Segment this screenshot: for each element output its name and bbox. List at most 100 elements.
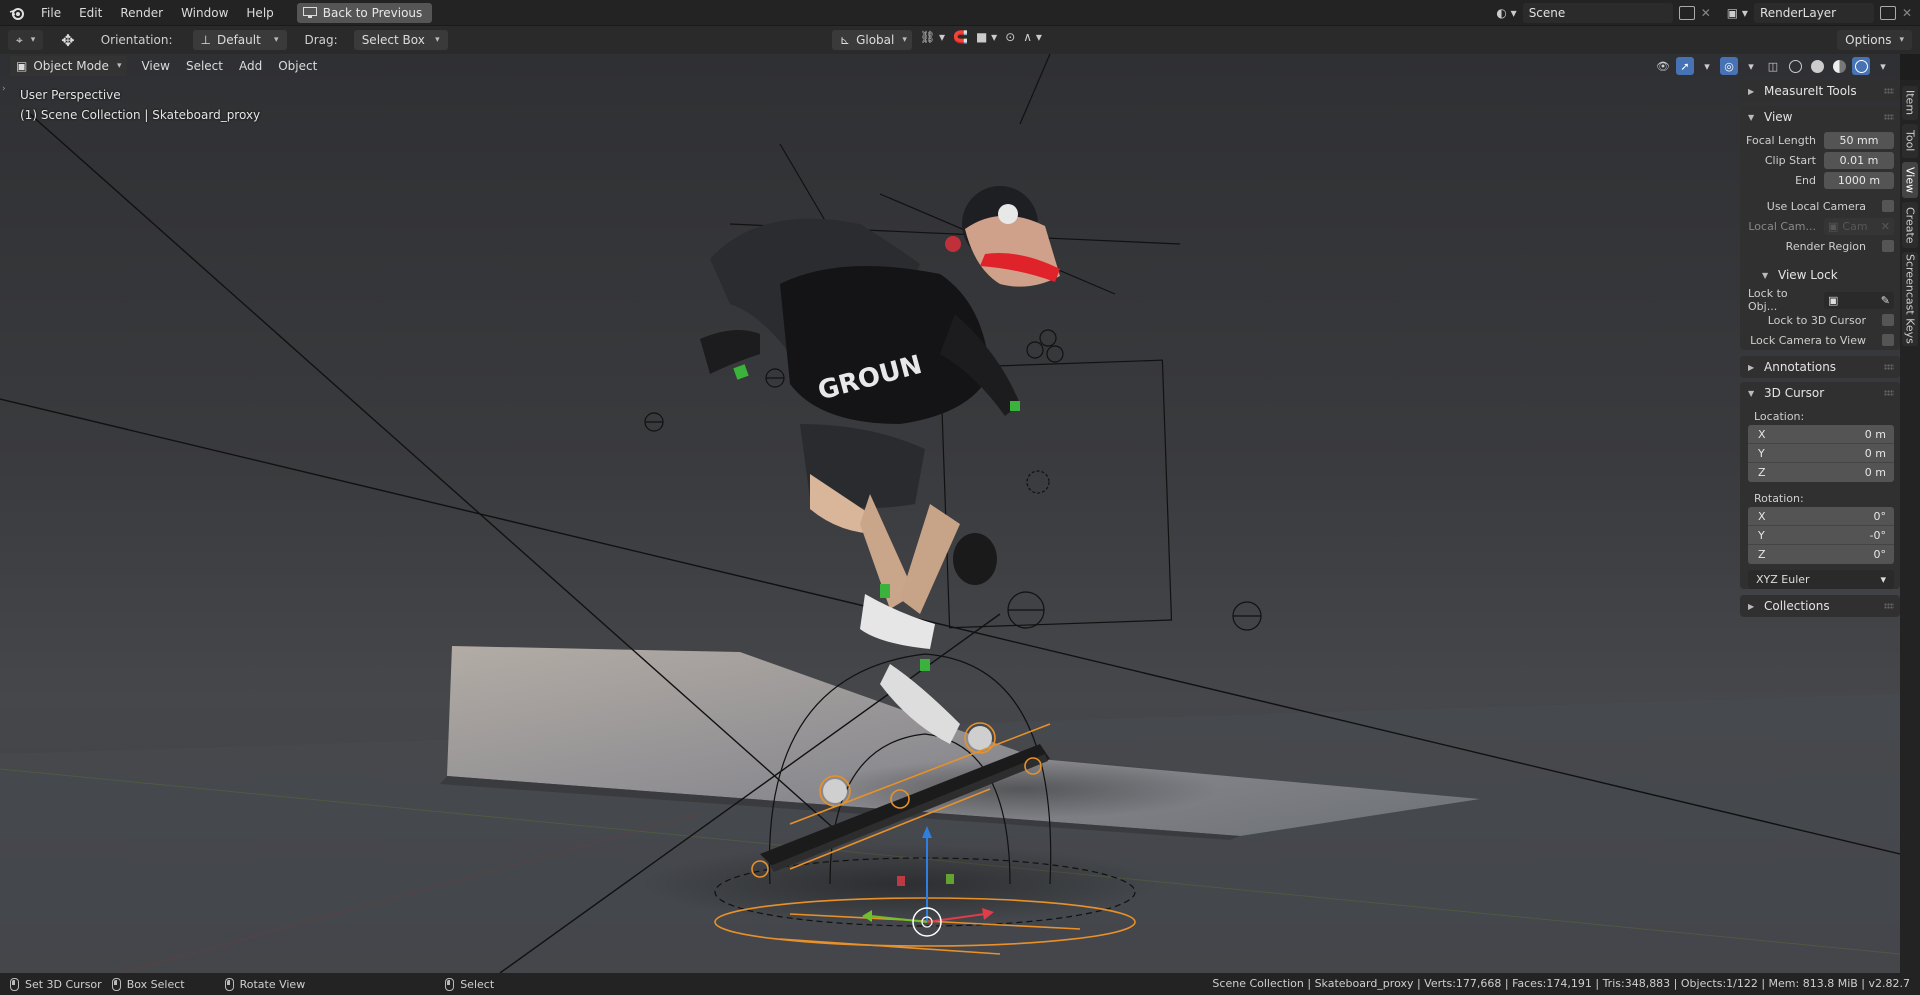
mouse-right-icon (445, 977, 455, 991)
render-layer-name: RenderLayer (1759, 6, 1837, 20)
menu-file[interactable]: File (32, 2, 70, 24)
annotations-header[interactable]: ▶ Annotations (1740, 356, 1900, 378)
render-region-checkbox[interactable] (1882, 240, 1894, 252)
collections-label: Collections (1764, 599, 1830, 613)
xray-toggle-icon[interactable]: ◫ (1764, 57, 1782, 75)
view-layer-browse-icon[interactable]: ▣ ▾ (1727, 6, 1748, 20)
gizmo-toggle-icon[interactable]: ➚ (1676, 57, 1694, 75)
cursor-rotation-x[interactable]: X 0° (1748, 507, 1894, 526)
cursor-rotation-y[interactable]: Y -0° (1748, 526, 1894, 545)
move-tool-icon[interactable]: ✥ (53, 30, 82, 50)
measureit-label: MeasureIt Tools (1764, 84, 1857, 98)
eyedropper-icon[interactable]: ✎ (1881, 294, 1890, 307)
editor-type-icon: ⌖ (16, 32, 23, 47)
drag-grip-icon[interactable] (1884, 88, 1894, 94)
rotation-mode-dropdown[interactable]: XYZ Euler ▾ (1748, 570, 1894, 589)
blender-logo-icon[interactable] (8, 4, 26, 22)
viewport-menu-select[interactable]: Select (178, 56, 231, 76)
use-local-camera-label: Use Local Camera (1766, 199, 1866, 213)
lock-camera-to-view-checkbox[interactable] (1882, 334, 1894, 346)
overlays-dropdown-icon[interactable]: ▾ (1742, 57, 1760, 75)
rotation-label: Rotation: (1754, 492, 1804, 505)
drag-grip-icon[interactable] (1884, 114, 1894, 120)
orientation-dropdown[interactable]: ⊥ Default ▾ (192, 30, 287, 50)
options-dropdown[interactable]: Options ▾ (1837, 30, 1912, 50)
cursor-rotation-z[interactable]: Z 0° (1748, 545, 1894, 564)
viewport-menu-add[interactable]: Add (231, 56, 270, 76)
sidebar-tabs: Item Tool View Create Screencast Keys (1900, 80, 1920, 973)
measureit-header[interactable]: ▶ MeasureIt Tools (1740, 80, 1900, 102)
cursor-location-x[interactable]: X 0 m (1748, 425, 1894, 444)
cursor-rotation-vector: X 0° Y -0° Z 0° (1748, 507, 1894, 564)
clear-camera-icon[interactable]: ✕ (1881, 220, 1890, 233)
view-lock-header[interactable]: ▼ View Lock (1740, 264, 1900, 286)
menu-help[interactable]: Help (237, 2, 282, 24)
editor-type-dropdown[interactable]: ⌖ ▾ (8, 30, 44, 50)
hint-select: Select (445, 977, 494, 991)
collapsed-triangle-icon: ▶ (1748, 362, 1755, 372)
rendered-shading-icon[interactable] (1852, 57, 1870, 75)
tab-item[interactable]: Item (1902, 86, 1918, 120)
axis-value: 0 m (1864, 446, 1886, 460)
material-shading-icon[interactable] (1830, 57, 1848, 75)
delete-scene-icon[interactable]: ✕ (1701, 6, 1711, 20)
gizmo-dropdown-icon[interactable]: ▾ (1698, 57, 1716, 75)
overlays-toggle-icon[interactable]: ◎ (1720, 57, 1738, 75)
axis-label: Y (1758, 528, 1765, 542)
drag-grip-icon[interactable] (1884, 364, 1894, 370)
use-local-camera-checkbox[interactable] (1882, 200, 1894, 212)
clip-end-field[interactable]: 1000 m (1824, 171, 1894, 189)
3d-viewport[interactable]: GROUN ▣ Object Mode ▾ View Select Add Ob… (0, 54, 1900, 973)
tab-view[interactable]: View (1902, 162, 1918, 198)
tab-create[interactable]: Create (1902, 202, 1918, 248)
tab-tool[interactable]: Tool (1902, 124, 1918, 158)
toolbar-expand-icon[interactable]: › (2, 84, 6, 94)
viewport-menu-object[interactable]: Object (270, 56, 325, 76)
mouse-middle-icon (224, 977, 234, 991)
local-camera-field[interactable]: ▣ Cam ✕ (1824, 217, 1894, 235)
view-layer-selector[interactable]: RenderLayer (1753, 3, 1874, 23)
new-scene-icon[interactable] (1678, 6, 1695, 20)
pivot-point-icon[interactable]: ⛓ ▾ (920, 30, 945, 44)
hint-label: Rotate View (239, 977, 306, 991)
drag-dropdown[interactable]: Select Box ▾ (353, 30, 448, 50)
solid-shading-icon[interactable] (1808, 57, 1826, 75)
tab-screencast-keys[interactable]: Screencast Keys (1902, 252, 1918, 346)
new-view-layer-icon[interactable] (1879, 6, 1896, 20)
clip-start-field[interactable]: 0.01 m (1824, 151, 1894, 169)
cursor-location-vector: X 0 m Y 0 m Z 0 m (1748, 425, 1894, 482)
snap-target-icon[interactable]: ■ ▾ (976, 30, 997, 44)
delete-view-layer-icon[interactable]: ✕ (1902, 6, 1912, 20)
lock-to-3d-cursor-checkbox[interactable] (1882, 314, 1894, 326)
cursor-location-y[interactable]: Y 0 m (1748, 444, 1894, 463)
cursor-location-z[interactable]: Z 0 m (1748, 463, 1894, 482)
3d-cursor-header[interactable]: ▼ 3D Cursor (1740, 382, 1900, 404)
focal-length-field[interactable]: 50 mm (1824, 131, 1894, 149)
axis-label: X (1758, 509, 1766, 523)
back-to-previous-button[interactable]: Back to Previous (296, 2, 433, 23)
shading-dropdown-icon[interactable]: ▾ (1874, 57, 1892, 75)
menu-window[interactable]: Window (172, 2, 237, 24)
viewport-menu-view[interactable]: View (133, 56, 177, 76)
lock-to-object-field[interactable]: ▣ ✎ (1824, 291, 1894, 309)
proportional-edit-icon[interactable]: ⊙ (1005, 30, 1015, 44)
scene-selector[interactable]: Scene (1522, 3, 1673, 23)
menu-edit[interactable]: Edit (70, 2, 111, 24)
menu-render[interactable]: Render (111, 2, 172, 24)
clip-start-label: Clip Start (1764, 153, 1816, 167)
snap-icon[interactable]: 🧲 (953, 30, 968, 44)
visibility-eye-icon[interactable]: 👁 (1654, 57, 1672, 75)
transform-orientation-dropdown[interactable]: ⊾ Global ▾ (832, 30, 912, 50)
drag-grip-icon[interactable] (1884, 390, 1894, 396)
expanded-triangle-icon: ▼ (1748, 112, 1755, 122)
viewport-header: ▣ Object Mode ▾ View Select Add Object 👁… (0, 54, 1900, 78)
collections-header[interactable]: ▶ Collections (1740, 595, 1900, 617)
measureit-panel: ▶ MeasureIt Tools (1740, 80, 1900, 102)
drag-grip-icon[interactable] (1884, 603, 1894, 609)
wireframe-shading-icon[interactable] (1786, 57, 1804, 75)
object-mode-dropdown[interactable]: ▣ Object Mode ▾ (10, 56, 128, 76)
scene-browse-icon[interactable]: ◐ ▾ (1496, 6, 1516, 20)
view-panel-header[interactable]: ▼ View (1740, 106, 1900, 128)
falloff-icon[interactable]: ∧ ▾ (1023, 30, 1042, 44)
focal-length-label: Focal Length (1746, 133, 1816, 147)
